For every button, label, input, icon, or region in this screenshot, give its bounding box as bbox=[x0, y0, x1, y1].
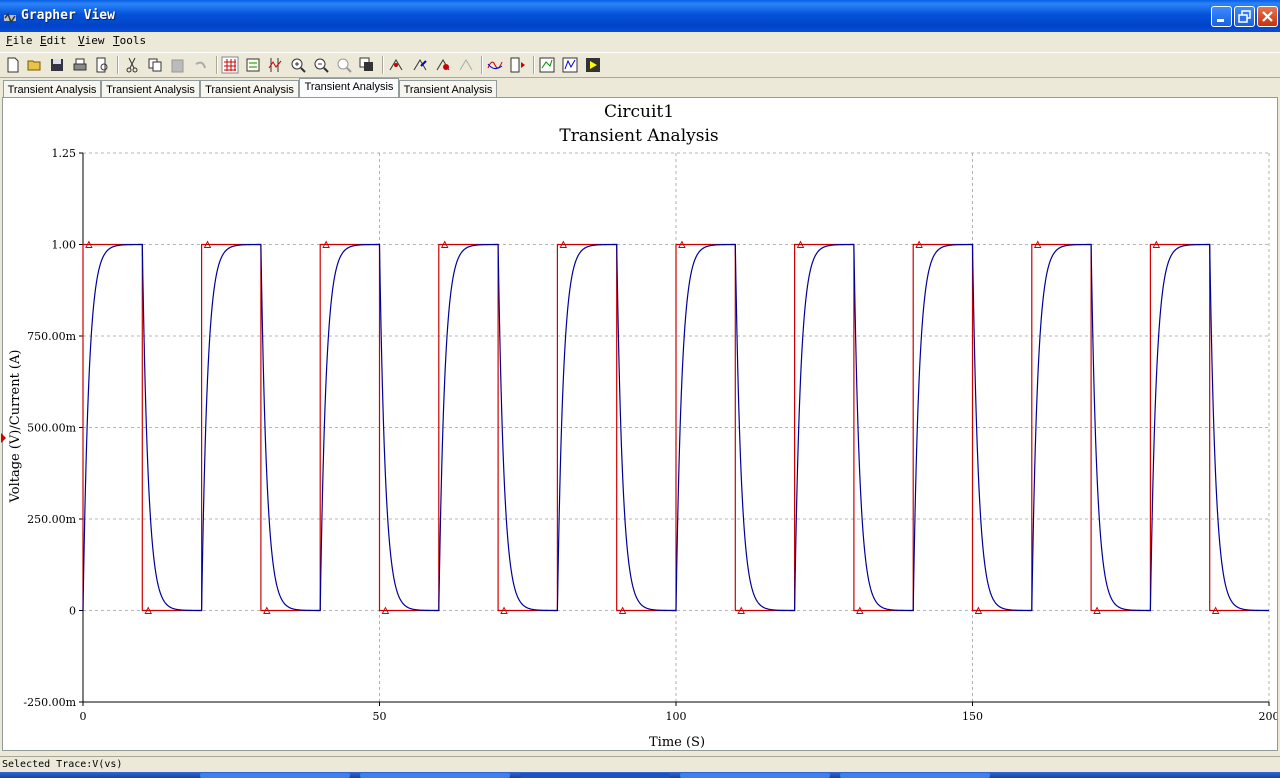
taskbar-button[interactable] bbox=[200, 773, 350, 778]
save-icon[interactable] bbox=[48, 56, 66, 74]
window-title: Grapher View bbox=[21, 8, 115, 23]
taskbar-button[interactable] bbox=[680, 773, 830, 778]
overlay-traces-icon[interactable] bbox=[358, 56, 376, 74]
paste-icon[interactable] bbox=[169, 56, 187, 74]
y-axis-label: Voltage (V)/Current (A) bbox=[8, 350, 23, 504]
toggle-legend-icon[interactable] bbox=[244, 56, 262, 74]
select-marks-icon[interactable] bbox=[387, 56, 405, 74]
taskbar bbox=[0, 772, 1280, 778]
x-tick-label: 100 bbox=[666, 710, 687, 723]
tab-transient-analysis-1[interactable]: Transient Analysis bbox=[3, 80, 101, 97]
cursor-marker-icon[interactable] bbox=[1, 433, 6, 443]
x-tick-label: 50 bbox=[373, 710, 387, 723]
restore-icon bbox=[1238, 10, 1251, 23]
app-icon[interactable] bbox=[4, 9, 16, 24]
taskbar-button[interactable] bbox=[360, 773, 510, 778]
axes: -250.00m 0 250.00m 500.00m 750.00m 1.00 1.25 0 5… bbox=[23, 147, 1277, 723]
trace-properties-icon[interactable] bbox=[509, 56, 527, 74]
show-cursors-icon[interactable] bbox=[266, 56, 284, 74]
print-icon[interactable] bbox=[71, 56, 89, 74]
tab-transient-analysis-4[interactable]: Transient Analysis bbox=[299, 78, 399, 98]
x-tick-label: 150 bbox=[962, 710, 983, 723]
status-bar: Selected Trace:V(vs) bbox=[0, 756, 1280, 773]
close-icon bbox=[1262, 11, 1273, 22]
export-lab-icon[interactable] bbox=[457, 56, 475, 74]
y-tick-label: 750.00m bbox=[27, 330, 76, 343]
y-tick-label: 500.00m bbox=[27, 422, 76, 435]
menu-view[interactable]: View bbox=[78, 34, 105, 47]
chart-title: Circuit1 bbox=[604, 102, 674, 122]
new-icon[interactable] bbox=[4, 56, 22, 74]
reverse-colors-icon[interactable] bbox=[411, 56, 429, 74]
toggle-grid-icon[interactable] bbox=[221, 56, 239, 74]
copy-icon[interactable] bbox=[146, 56, 164, 74]
graph-panel[interactable]: Circuit1 Transient Analysis Time (S) Vol… bbox=[1, 97, 1278, 751]
x-tick-label: 0 bbox=[80, 710, 87, 723]
taskbar-button[interactable] bbox=[520, 773, 670, 778]
zoom-in-icon[interactable] bbox=[289, 56, 307, 74]
export-excel-icon[interactable] bbox=[434, 56, 452, 74]
chart-properties-icon[interactable] bbox=[561, 56, 579, 74]
status-text: Selected Trace:V(vs) bbox=[2, 759, 123, 770]
y-tick-label: 1.00 bbox=[52, 239, 77, 252]
open-icon[interactable] bbox=[26, 56, 44, 74]
taskbar-button[interactable] bbox=[840, 773, 990, 778]
chart-subtitle: Transient Analysis bbox=[559, 126, 718, 146]
export-to-postprocessor-icon[interactable] bbox=[538, 56, 556, 74]
undo-icon[interactable] bbox=[191, 56, 209, 74]
series bbox=[82, 240, 1269, 614]
y-tick-label: 1.25 bbox=[52, 147, 77, 160]
run-icon[interactable] bbox=[584, 56, 602, 74]
tab-strip: Transient Analysis Transient Analysis Tr… bbox=[0, 78, 1280, 98]
close-button[interactable] bbox=[1257, 6, 1278, 27]
menu-bar: File Edit View Tools bbox=[0, 32, 1280, 51]
cut-icon[interactable] bbox=[123, 56, 141, 74]
menu-edit[interactable]: Edit bbox=[40, 34, 67, 47]
add-trace-icon[interactable] bbox=[486, 56, 504, 74]
y-tick-label: 0 bbox=[69, 605, 76, 618]
square-wave-trace bbox=[82, 243, 1269, 612]
menu-tools[interactable]: Tools bbox=[113, 34, 146, 47]
tab-transient-analysis-3[interactable]: Transient Analysis bbox=[200, 80, 299, 97]
print-preview-icon[interactable] bbox=[93, 56, 111, 74]
minimize-button[interactable] bbox=[1211, 6, 1232, 27]
minimize-icon bbox=[1217, 19, 1224, 22]
zoom-full-icon[interactable] bbox=[335, 56, 353, 74]
y-tick-label: -250.00m bbox=[23, 696, 76, 709]
menu-file[interactable]: File bbox=[6, 34, 33, 47]
tab-transient-analysis-2[interactable]: Transient Analysis bbox=[101, 80, 200, 97]
toolbar bbox=[0, 52, 1280, 78]
tab-transient-analysis-5[interactable]: Transient Analysis bbox=[399, 80, 497, 97]
x-axis-label: Time (S) bbox=[649, 735, 705, 750]
y-tick-label: 250.00m bbox=[27, 513, 76, 526]
x-tick-label: 200 bbox=[1259, 710, 1278, 723]
zoom-out-icon[interactable] bbox=[312, 56, 330, 74]
title-bar[interactable]: Grapher View bbox=[0, 0, 1280, 32]
transient-chart[interactable]: Circuit1 Transient Analysis Time (S) Vol… bbox=[3, 98, 1277, 750]
maximize-button[interactable] bbox=[1234, 6, 1255, 27]
